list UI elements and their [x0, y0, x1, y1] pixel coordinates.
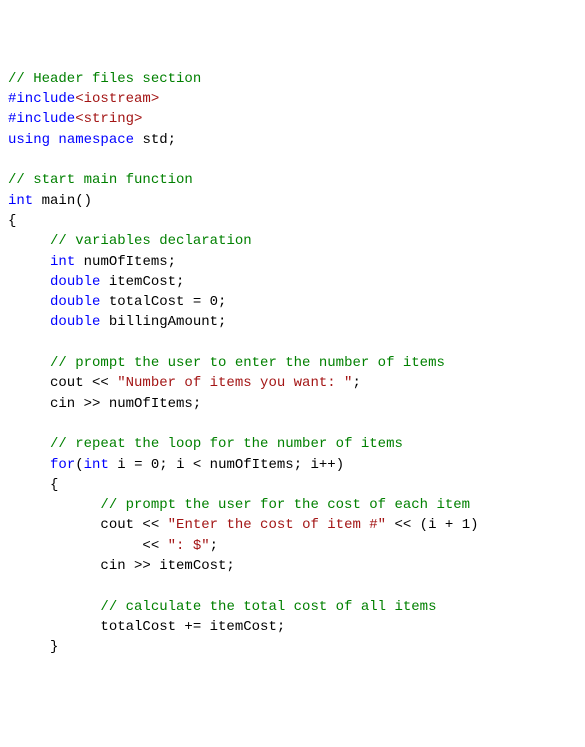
- token-comment: // repeat the loop for the number of ite…: [50, 436, 403, 452]
- token-keyword: using: [8, 132, 50, 148]
- code-line: totalCost += itemCost;: [8, 617, 577, 637]
- code-line: // calculate the total cost of all items: [8, 597, 577, 617]
- token-keyword: #include: [8, 111, 75, 127]
- token-default: (: [75, 457, 83, 473]
- token-keyword: for: [50, 457, 75, 473]
- code-line: // prompt the user for the cost of each …: [8, 495, 577, 515]
- token-include: <iostream>: [75, 91, 159, 107]
- token-keyword: int: [8, 193, 33, 209]
- token-default: totalCost += itemCost;: [8, 619, 285, 635]
- token-default: cin >> numOfItems;: [8, 396, 201, 412]
- code-line: {: [8, 475, 577, 495]
- token-keyword: double: [50, 294, 100, 310]
- token-comment: // prompt the user to enter the number o…: [50, 355, 445, 371]
- token-default: [8, 314, 50, 330]
- token-default: [8, 355, 50, 371]
- code-line: double billingAmount;: [8, 312, 577, 332]
- code-line: // variables declaration: [8, 231, 577, 251]
- token-default: [8, 497, 100, 513]
- token-default: main(): [33, 193, 92, 209]
- code-line: double totalCost = 0;: [8, 292, 577, 312]
- token-default: billingAmount;: [100, 314, 226, 330]
- token-string: "Enter the cost of item #": [168, 517, 386, 533]
- token-default: <<: [8, 538, 168, 554]
- token-default: std;: [134, 132, 176, 148]
- token-default: i = 0; i < numOfItems; i++): [109, 457, 344, 473]
- code-line: << ": $";: [8, 536, 577, 556]
- token-default: [8, 599, 100, 615]
- code-line: int main(): [8, 191, 577, 211]
- code-line: [8, 333, 577, 353]
- token-default: }: [8, 639, 58, 655]
- token-default: [8, 294, 50, 310]
- token-default: << (i + 1): [386, 517, 478, 533]
- code-line: int numOfItems;: [8, 252, 577, 272]
- code-line: cout << "Enter the cost of item #" << (i…: [8, 515, 577, 535]
- code-line: cout << "Number of items you want: ";: [8, 373, 577, 393]
- code-line: // start main function: [8, 170, 577, 190]
- code-line: #include<iostream>: [8, 89, 577, 109]
- code-line: double itemCost;: [8, 272, 577, 292]
- token-comment: // Header files section: [8, 71, 201, 87]
- code-line: // prompt the user to enter the number o…: [8, 353, 577, 373]
- token-string: ": $": [168, 538, 210, 554]
- code-block: // Header files section #include<iostream…: [8, 69, 577, 658]
- token-keyword: double: [50, 314, 100, 330]
- token-default: [8, 233, 50, 249]
- token-default: {: [8, 477, 58, 493]
- code-line: }: [8, 637, 577, 657]
- token-keyword: double: [50, 274, 100, 290]
- code-line: {: [8, 211, 577, 231]
- token-comment: // variables declaration: [50, 233, 252, 249]
- code-line: for(int i = 0; i < numOfItems; i++): [8, 455, 577, 475]
- token-default: cin >> itemCost;: [8, 558, 235, 574]
- token-default: ;: [352, 375, 360, 391]
- code-line: cin >> numOfItems;: [8, 394, 577, 414]
- code-line: [8, 576, 577, 596]
- token-comment: // prompt the user for the cost of each …: [100, 497, 470, 513]
- token-default: itemCost;: [100, 274, 184, 290]
- token-string: "Number of items you want: ": [117, 375, 352, 391]
- token-default: [8, 274, 50, 290]
- token-comment: // calculate the total cost of all items: [100, 599, 436, 615]
- code-line: // Header files section: [8, 69, 577, 89]
- token-keyword: namespace: [58, 132, 134, 148]
- code-line: [8, 150, 577, 170]
- code-line: [8, 414, 577, 434]
- code-line: // repeat the loop for the number of ite…: [8, 434, 577, 454]
- code-line: cin >> itemCost;: [8, 556, 577, 576]
- token-keyword: #include: [8, 91, 75, 107]
- token-default: cout <<: [8, 517, 168, 533]
- token-default: [8, 254, 50, 270]
- token-default: {: [8, 213, 16, 229]
- token-comment: // start main function: [8, 172, 193, 188]
- token-keyword: int: [50, 254, 75, 270]
- token-default: cout <<: [8, 375, 117, 391]
- code-line: #include<string>: [8, 109, 577, 129]
- token-default: ;: [210, 538, 218, 554]
- token-default: [8, 436, 50, 452]
- token-keyword: int: [84, 457, 109, 473]
- token-default: numOfItems;: [75, 254, 176, 270]
- token-default: [8, 457, 50, 473]
- token-include: <string>: [75, 111, 142, 127]
- code-line: using namespace std;: [8, 130, 577, 150]
- token-default: totalCost = 0;: [100, 294, 226, 310]
